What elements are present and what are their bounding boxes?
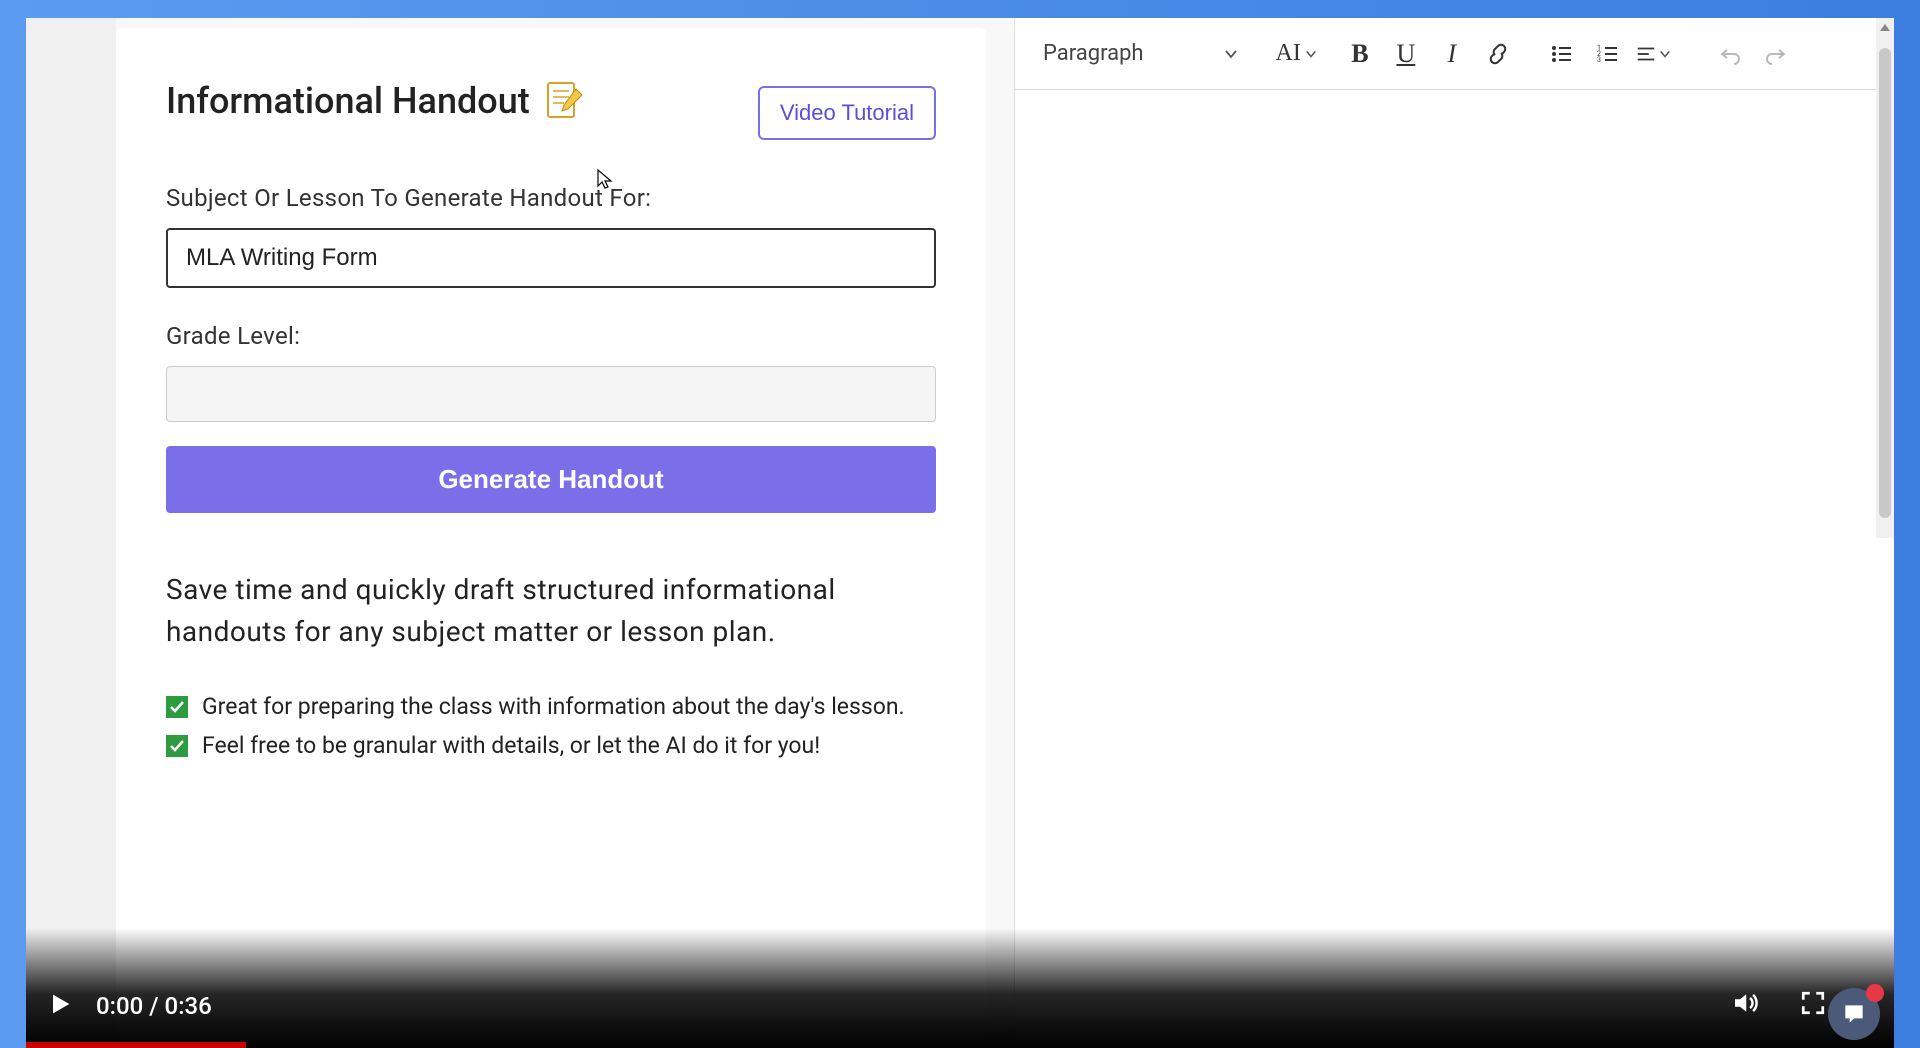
subject-input[interactable] [166,228,936,288]
editor-content-area[interactable] [1015,90,1876,1048]
time-separator: / [149,992,164,1020]
generate-handout-button[interactable]: Generate Handout [166,446,936,513]
video-time-display: 0:00 / 0:36 [96,992,212,1020]
numbered-list-icon: 1 2 3 [1596,42,1620,66]
volume-icon [1730,988,1760,1018]
font-size-button[interactable]: AI [1270,31,1323,77]
bullet-list-icon [1550,42,1574,66]
memo-pencil-icon [544,81,584,121]
benefit-text: Great for preparing the class with infor… [202,693,905,720]
align-button[interactable] [1631,31,1675,77]
fullscreen-icon [1800,990,1826,1016]
checkmark-icon [166,735,188,757]
list-item: Great for preparing the class with infor… [166,693,936,720]
chevron-down-icon [1224,47,1238,61]
volume-button[interactable] [1730,988,1760,1022]
chat-icon [1841,1001,1867,1027]
editor-toolbar: Paragraph AI B U I [1015,18,1894,90]
duration: 0:36 [165,992,212,1020]
link-icon [1486,42,1510,66]
page-title-text: Informational Handout [166,80,530,122]
checkmark-icon [166,696,188,718]
editor-panel: Paragraph AI B U I [1014,18,1894,1048]
grade-input[interactable] [166,366,936,422]
grade-field-label: Grade Level: [166,322,936,350]
panel-header: Informational Handout Video Tutorial [166,80,936,140]
list-item: Feel free to be granular with details, o… [166,732,936,759]
redo-button[interactable] [1753,31,1799,77]
align-left-icon [1635,43,1657,65]
scroll-thumb[interactable] [1879,48,1891,518]
undo-button[interactable] [1707,31,1753,77]
benefits-list: Great for preparing the class with infor… [166,693,936,759]
scroll-up-arrow-icon [1880,24,1890,31]
bullet-list-button[interactable] [1539,31,1585,77]
bold-button[interactable]: B [1337,31,1383,77]
subject-field-label: Subject Or Lesson To Generate Handout Fo… [166,184,936,212]
scrollbar[interactable] [1876,18,1894,538]
underline-icon: U [1396,39,1415,69]
chat-bubble-button[interactable] [1828,988,1880,1040]
benefit-text: Feel free to be granular with details, o… [202,732,820,759]
underline-button[interactable]: U [1383,31,1429,77]
current-time: 0:00 [96,992,143,1020]
form-panel: Informational Handout Video Tutorial S [116,28,986,1048]
redo-icon [1764,42,1788,66]
bold-icon: B [1351,39,1368,69]
notification-badge [1866,984,1884,1002]
font-size-label: AI [1276,40,1301,67]
chevron-down-icon [1659,48,1671,60]
fullscreen-button[interactable] [1800,990,1826,1020]
play-button[interactable] [46,990,74,1022]
left-gutter [26,18,116,1048]
panel-divider [986,18,1014,1048]
numbered-list-button[interactable]: 1 2 3 [1585,31,1631,77]
main-content-area: Informational Handout Video Tutorial S [26,18,1894,1048]
page-title: Informational Handout [166,80,584,122]
description-text: Save time and quickly draft structured i… [166,569,936,653]
undo-icon [1718,42,1742,66]
link-button[interactable] [1475,31,1521,77]
chevron-down-icon [1305,48,1317,60]
style-select-label: Paragraph [1043,41,1144,66]
paragraph-style-select[interactable]: Paragraph [1033,35,1248,72]
italic-icon: I [1448,39,1457,69]
italic-button[interactable]: I [1429,31,1475,77]
video-progress-bar[interactable] [26,1042,246,1048]
video-controls-bar: 0:00 / 0:36 [26,928,1894,1048]
play-icon [46,990,74,1018]
svg-text:3: 3 [1597,56,1601,64]
video-tutorial-button[interactable]: Video Tutorial [758,86,936,140]
